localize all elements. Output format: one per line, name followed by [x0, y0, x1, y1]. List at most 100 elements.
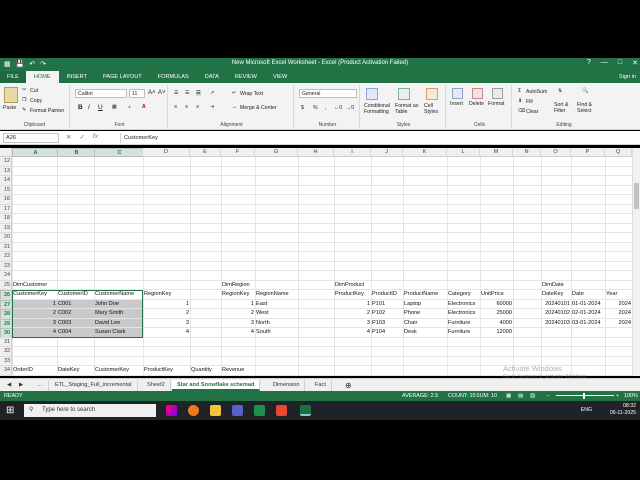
comma-style-icon[interactable]: , [325, 105, 326, 111]
cell-q29[interactable]: 2024 [605, 319, 632, 329]
cell-a25[interactable]: DimCustomer [12, 281, 72, 291]
cell-b35[interactable]: 20240101 [57, 376, 94, 377]
align-top-icon[interactable]: ☰ [174, 90, 179, 96]
column-header-i[interactable]: I [334, 148, 371, 157]
row-header-29[interactable]: 29 [0, 318, 12, 328]
row-header-17[interactable]: 17 [0, 204, 12, 214]
cell-f29[interactable]: 3 [221, 319, 255, 329]
cell-d26[interactable]: RegionKey [143, 290, 203, 300]
row-header-26[interactable]: 26 [0, 290, 12, 300]
row-header-35[interactable]: 35 [0, 375, 12, 376]
cell-i30[interactable]: 4 [334, 328, 371, 338]
cell-a35[interactable]: 1001 [12, 376, 57, 377]
column-header-l[interactable]: L [447, 148, 480, 157]
bold-button[interactable]: B [78, 104, 83, 111]
cell-m29[interactable]: 4000 [480, 319, 513, 329]
fill-color-icon[interactable]: ▲ [127, 104, 132, 110]
next-sheet-icon[interactable]: ▶ [14, 380, 28, 391]
row-header-21[interactable]: 21 [0, 242, 12, 252]
row-header-30[interactable]: 30 [0, 328, 12, 338]
help-icon[interactable]: ? [587, 59, 591, 67]
column-header-o[interactable]: O [541, 148, 571, 157]
cell-g26[interactable]: RegionName [255, 290, 315, 300]
column-header-e[interactable]: E [190, 148, 221, 157]
cell-d35[interactable]: 1 [143, 376, 190, 377]
tab-insert[interactable]: INSERT [59, 71, 95, 83]
row-header-25[interactable]: 25 [0, 280, 12, 290]
column-header-n[interactable]: N [513, 148, 541, 157]
cell-q26[interactable]: Year [605, 290, 632, 300]
cancel-icon[interactable]: ✕ [66, 133, 71, 141]
tab-file[interactable]: FILE [0, 71, 26, 83]
column-header-g[interactable]: G [255, 148, 298, 157]
conditional-formatting-button[interactable]: Conditional Formatting [364, 103, 392, 115]
sheet-tab-etl[interactable]: ETL_Staging_Full_incremental [50, 380, 138, 391]
scroll-thumb[interactable] [634, 183, 639, 209]
formula-input[interactable]: CustomerKey [120, 133, 636, 143]
column-header-a[interactable]: A [12, 148, 57, 157]
font-size-select[interactable]: 11 [129, 89, 145, 98]
currency-button[interactable]: $ [301, 105, 304, 111]
cell-q28[interactable]: 2024 [605, 309, 632, 319]
column-header-b[interactable]: B [57, 148, 94, 157]
more-sheets-icon[interactable]: … [32, 380, 49, 391]
cell-o27[interactable]: 20240101 [541, 300, 571, 310]
row-header-18[interactable]: 18 [0, 214, 12, 224]
cell-m27[interactable]: 60000 [480, 300, 513, 310]
column-header-p[interactable]: P [571, 148, 605, 157]
align-right-icon[interactable]: ≡ [196, 104, 199, 110]
sheet-tab-fact[interactable]: Fact [310, 380, 332, 391]
cell-f27[interactable]: 1 [221, 300, 255, 310]
vertical-scrollbar[interactable] [632, 148, 640, 376]
percent-button[interactable]: % [313, 105, 318, 111]
align-left-icon[interactable]: ≡ [174, 104, 177, 110]
zoom-level[interactable]: 100% [624, 393, 638, 399]
tab-page-layout[interactable]: PAGE LAYOUT [95, 71, 150, 83]
clock-date[interactable]: 06-11-2025 [610, 410, 636, 417]
number-format-select[interactable]: General [299, 89, 357, 98]
row-header-23[interactable]: 23 [0, 261, 12, 271]
format-button[interactable]: Format [488, 101, 504, 107]
row-header-24[interactable]: 24 [0, 271, 12, 281]
sort-filter-button[interactable]: Sort & Filter [554, 102, 576, 114]
orientation-icon[interactable]: ↗ [210, 90, 214, 96]
column-header-d[interactable]: D [143, 148, 190, 157]
tab-home[interactable]: HOME [25, 71, 59, 83]
tab-view[interactable]: VIEW [265, 71, 295, 83]
row-header-12[interactable]: 12 [0, 157, 12, 167]
zoom-out-icon[interactable]: − [546, 393, 549, 399]
row-header-33[interactable]: 33 [0, 356, 12, 366]
worksheet-grid[interactable]: ABCDEFGHIJKLMNOPQ 12 13 14 15 16 17 18 19 20 21 22… [0, 148, 632, 376]
column-header-c[interactable]: C [94, 148, 143, 157]
enter-icon[interactable]: ✓ [79, 133, 84, 141]
column-header-f[interactable]: F [221, 148, 255, 157]
indent-icon[interactable]: ⇥ [210, 104, 214, 110]
cell-d27[interactable]: 1 [143, 300, 190, 310]
format-as-table-button[interactable]: Format as Table [395, 103, 419, 115]
cell-g29[interactable]: North [255, 319, 315, 329]
teams-icon[interactable] [232, 405, 243, 416]
cell-d28[interactable]: 2 [143, 309, 190, 319]
autosum-button[interactable]: Σ AutoSum [518, 88, 547, 95]
sheet-tab-sheet2[interactable]: Sheet2 [142, 380, 171, 391]
cut-button[interactable]: ✂ Cut [22, 87, 38, 94]
find-select-button[interactable]: Find & Select [577, 102, 601, 114]
cell-f34[interactable]: Revenue [221, 366, 281, 376]
underline-button[interactable]: U [98, 104, 103, 111]
insert-function-icon[interactable]: fx [93, 133, 98, 141]
cell-f28[interactable]: 2 [221, 309, 255, 319]
cell-i27[interactable]: 1 [334, 300, 371, 310]
row-header-27[interactable]: 27 [0, 299, 12, 309]
cell-m30[interactable]: 12000 [480, 328, 513, 338]
paste-icon[interactable] [4, 87, 18, 103]
delete-button[interactable]: Delete [469, 101, 484, 107]
clear-button[interactable]: ⌫Clear [518, 108, 538, 115]
column-header-k[interactable]: K [403, 148, 447, 157]
decrease-decimal-icon[interactable]: →0 [346, 105, 354, 111]
column-header-q[interactable]: Q [605, 148, 632, 157]
page-break-view-icon[interactable]: ▧ [530, 393, 535, 399]
cell-d30[interactable]: 4 [143, 328, 190, 338]
copy-button[interactable]: ❐ Copy [22, 97, 42, 104]
align-middle-icon[interactable]: ☰ [185, 90, 190, 96]
cell-g30[interactable]: South [255, 328, 315, 338]
